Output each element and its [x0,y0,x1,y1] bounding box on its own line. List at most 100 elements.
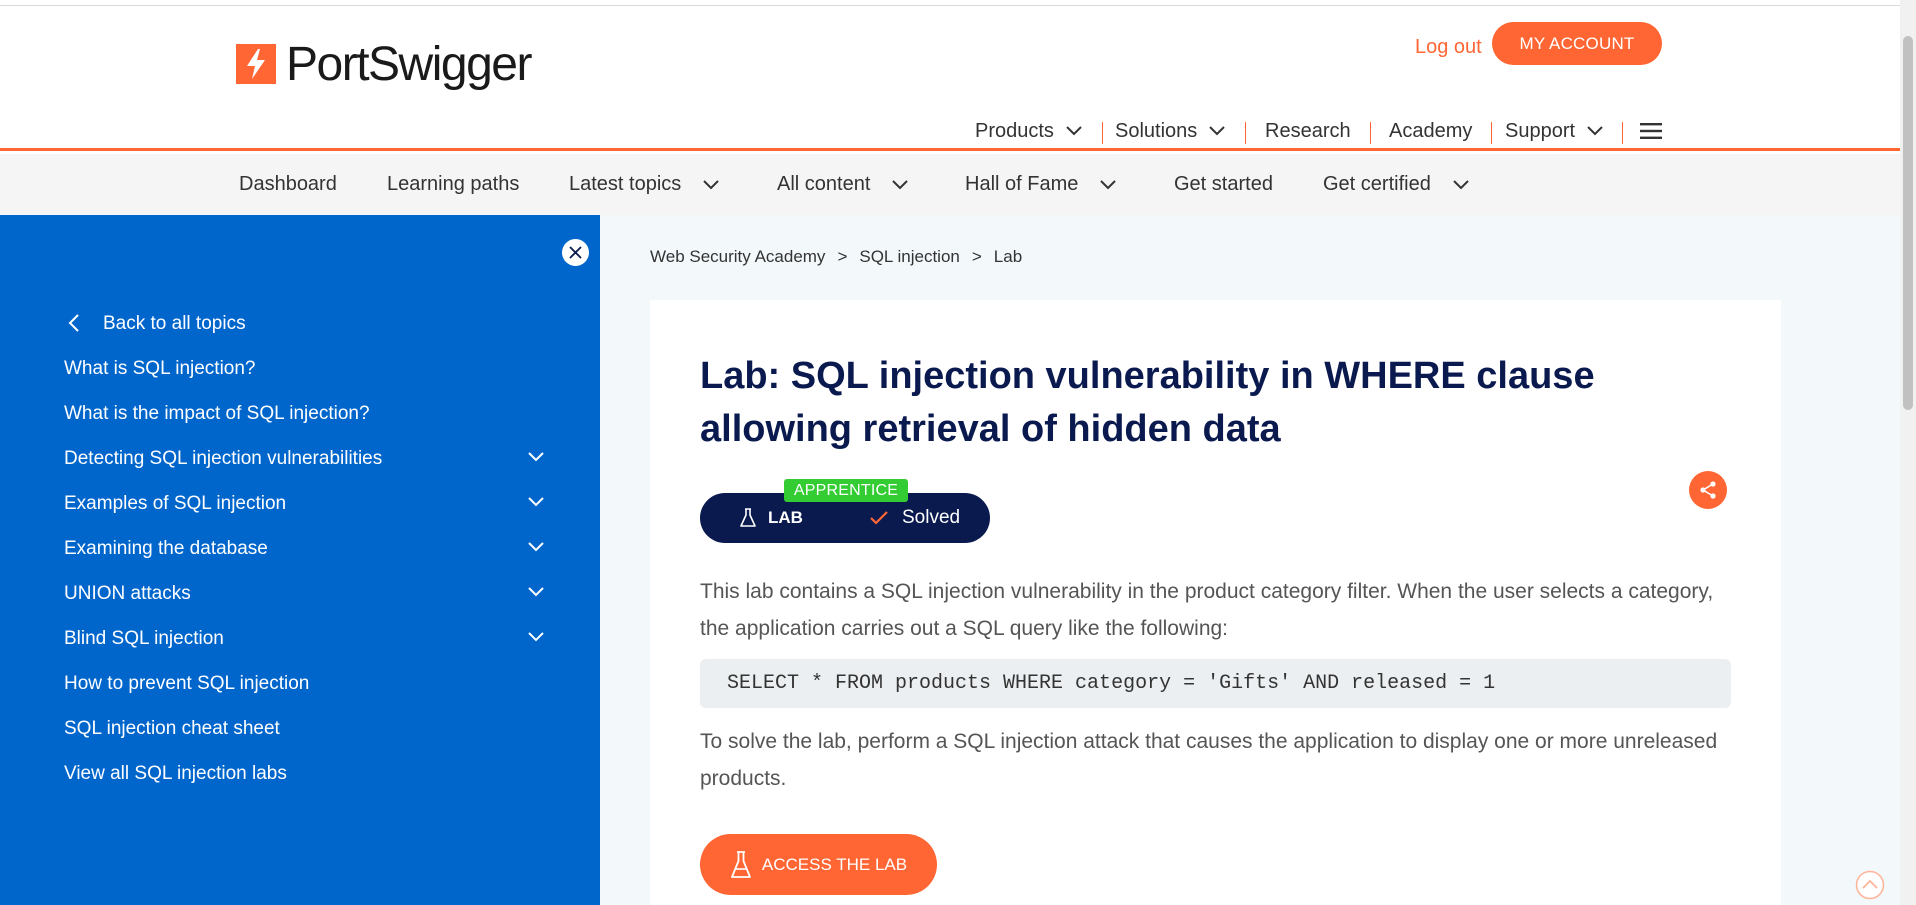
scroll-to-top-button[interactable] [1855,870,1885,900]
subnav-latest-topics-label: Latest topics [569,173,682,195]
sidebar-item-examples[interactable]: Examples of SQL injection [64,489,544,519]
sidebar-item-label: How to prevent SQL injection [64,673,310,694]
nav-divider [1370,122,1371,144]
nav-divider [1245,122,1246,144]
chevron-down-icon [1066,126,1082,136]
breadcrumb-separator: > [971,247,982,266]
nav-solutions[interactable]: Solutions [1115,116,1225,146]
nav-support[interactable]: Support [1505,116,1603,146]
back-to-all-topics-label: Back to all topics [103,313,246,334]
chevron-up-circle-icon [1855,870,1885,900]
subnav-learning-paths-label: Learning paths [387,173,520,195]
scrollbar-thumb[interactable] [1903,36,1913,410]
close-sidebar-button[interactable] [562,239,589,266]
subnav-get-started[interactable]: Get started [1174,154,1273,215]
breadcrumb-sql-injection[interactable]: SQL injection [859,247,959,267]
chevron-down-icon[interactable] [528,632,544,642]
sidebar-item-union-attacks[interactable]: UNION attacks [64,579,544,609]
sidebar-item-cheat-sheet[interactable]: SQL injection cheat sheet [64,714,544,744]
nav-academy-label: Academy [1389,119,1473,142]
sidebar-item-blind-sqli[interactable]: Blind SQL injection [64,624,544,654]
difficulty-level-badge: APPRENTICE [784,479,908,502]
chevron-down-icon [1587,126,1603,136]
lab-description-intro: This lab contains a SQL injection vulner… [700,580,1714,640]
nav-divider [1491,122,1492,144]
subnav-get-certified[interactable]: Get certified [1323,154,1469,215]
portswigger-logo[interactable]: PortSwigger [236,36,532,92]
sidebar-item-label: UNION attacks [64,583,191,604]
flask-icon [740,508,756,527]
hamburger-menu-button[interactable] [1640,116,1662,146]
sidebar-item-label: View all SQL injection labs [64,763,287,784]
chevron-down-icon [1209,126,1225,136]
sidebar-item-prevent[interactable]: How to prevent SQL injection [64,669,544,699]
chevron-left-icon [68,314,79,332]
subnav-all-content-label: All content [777,173,871,195]
sidebar-item-examining-database[interactable]: Examining the database [64,534,544,564]
nav-products[interactable]: Products [975,116,1082,146]
checkmark-icon [870,511,888,525]
sidebar-item-label: Detecting SQL injection vulnerabilities [64,448,383,469]
brand-name: PortSwigger [286,37,532,91]
academy-subnav: Dashboard Learning paths Latest topics A… [0,154,1900,215]
breadcrumb-web-security-academy[interactable]: Web Security Academy [650,247,825,267]
sidebar-item-what-is-sqli[interactable]: What is SQL injection? [64,354,544,384]
nav-research-label: Research [1265,119,1351,142]
subnav-get-started-label: Get started [1174,173,1273,195]
back-to-all-topics-link[interactable]: Back to all topics [64,309,544,339]
chevron-down-icon [703,179,720,189]
sidebar-item-label: What is SQL injection? [64,358,256,379]
subnav-hall-of-fame-label: Hall of Fame [965,173,1079,195]
sidebar-item-label: Examples of SQL injection [64,493,287,514]
topic-sidebar: Back to all topics What is SQL injection… [0,215,600,905]
nav-divider [1622,122,1623,144]
subnav-latest-topics[interactable]: Latest topics [569,154,720,215]
hamburger-icon [1640,123,1662,139]
sidebar-item-label: Blind SQL injection [64,628,224,649]
lab-label-text: LAB [768,508,803,527]
breadcrumb-lab[interactable]: Lab [994,247,1022,267]
subnav-all-content[interactable]: All content [777,154,909,215]
site-header: PortSwigger Log out MY ACCOUNT Products … [0,6,1900,151]
nav-divider [1102,122,1103,144]
chevron-down-icon[interactable] [528,452,544,462]
sidebar-item-label: SQL injection cheat sheet [64,718,280,739]
share-icon [1700,481,1716,499]
lab-description-goal: To solve the lab, perform a SQL injectio… [700,730,1718,790]
sidebar-item-all-labs[interactable]: View all SQL injection labs [64,759,544,789]
chevron-down-icon [1453,179,1469,189]
share-button[interactable] [1689,471,1727,509]
chevron-down-icon[interactable] [528,542,544,552]
nav-academy[interactable]: Academy [1389,116,1472,146]
sidebar-item-detecting[interactable]: Detecting SQL injection vulnerabilities [64,444,544,474]
solved-status-text: Solved [902,507,961,528]
flask-icon [731,850,751,878]
subnav-learning-paths[interactable]: Learning paths [387,154,519,215]
subnav-hall-of-fame[interactable]: Hall of Fame [965,154,1117,215]
sql-code-block: SELECT * FROM products WHERE category = … [700,659,1731,708]
sidebar-item-impact[interactable]: What is the impact of SQL injection? [64,399,544,429]
chevron-down-icon [1100,179,1117,189]
nav-solutions-label: Solutions [1115,119,1198,142]
subnav-get-certified-label: Get certified [1323,173,1431,195]
subnav-dashboard-label: Dashboard [239,173,337,195]
access-lab-button[interactable]: ACCESS THE LAB [700,834,937,895]
nav-support-label: Support [1505,119,1576,142]
chevron-down-icon[interactable] [528,587,544,597]
main-nav: Products Solutions Research Academy Supp… [0,116,1900,146]
sidebar-item-label: Examining the database [64,538,268,559]
my-account-button[interactable]: MY ACCOUNT [1492,22,1662,65]
subnav-dashboard[interactable]: Dashboard [239,154,337,215]
nav-products-label: Products [975,119,1054,142]
page-title: Lab: SQL injection vulnerability in WHER… [700,355,1595,450]
access-lab-label: ACCESS THE LAB [761,854,908,874]
page-scrollbar[interactable] [1900,0,1916,905]
nav-research[interactable]: Research [1265,116,1351,146]
close-icon [569,246,582,259]
breadcrumb: Web Security Academy > SQL injection > L… [650,245,1022,269]
logout-link[interactable]: Log out [1415,36,1482,59]
chevron-down-icon[interactable] [528,497,544,507]
breadcrumb-separator: > [837,247,848,266]
chevron-down-icon [892,179,909,189]
sidebar-item-label: What is the impact of SQL injection? [64,403,370,424]
